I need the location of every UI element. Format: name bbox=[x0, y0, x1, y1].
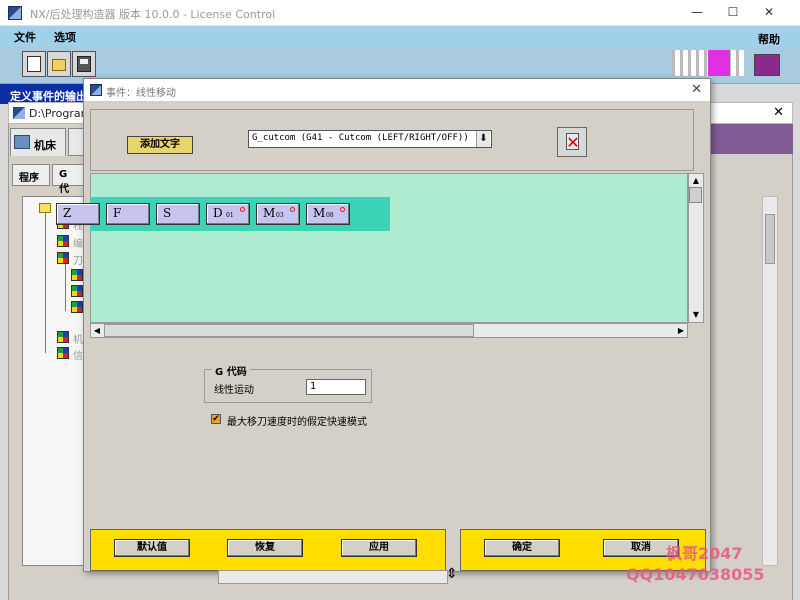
tree-item-label: 信 bbox=[73, 351, 83, 362]
tab-machine[interactable]: 机床 bbox=[10, 128, 66, 156]
event-output-label-bar: 定义事件的输出 bbox=[0, 84, 90, 104]
block-d-01[interactable]: D 01 bbox=[206, 203, 250, 225]
block-s[interactable]: S bbox=[156, 203, 200, 225]
tree-node-icon[interactable] bbox=[71, 285, 83, 297]
block-status-dot-icon bbox=[340, 207, 345, 212]
tree-item-label: 编 bbox=[73, 239, 83, 250]
linear-motion-label: 线性运动 bbox=[214, 385, 254, 396]
block-f[interactable]: F bbox=[106, 203, 150, 225]
block-subscript: 08 bbox=[326, 212, 334, 219]
block-canvas[interactable] bbox=[90, 173, 688, 323]
dialog-close-button[interactable]: ✕ bbox=[691, 82, 702, 97]
block-subscript: 01 bbox=[226, 212, 234, 219]
watermark-name: 枫哥2047 bbox=[666, 544, 743, 563]
gcode-group-title: G 代码 bbox=[212, 363, 250, 378]
tree-node-icon[interactable] bbox=[57, 235, 69, 247]
block-status-dot-icon bbox=[290, 207, 295, 212]
dialog-title: 事件：线性移动 bbox=[106, 88, 176, 99]
toolbar-decoration-accent bbox=[708, 50, 730, 76]
delete-x-icon: ✕ bbox=[566, 133, 580, 152]
tree-node-icon[interactable] bbox=[57, 252, 69, 264]
book-icon[interactable] bbox=[754, 54, 780, 76]
scroll-up-arrow-icon[interactable]: ▲ bbox=[689, 174, 703, 188]
dropdown-arrow-icon[interactable]: ⬇ bbox=[476, 131, 490, 147]
tree-line bbox=[65, 263, 66, 311]
dialog-icon bbox=[90, 84, 102, 96]
folder-icon bbox=[52, 59, 66, 71]
sub-window-close-button[interactable]: ✕ bbox=[773, 105, 784, 120]
new-file-button[interactable] bbox=[22, 51, 46, 77]
block-strip: Z F S D 01 M 03 M 08 bbox=[56, 197, 390, 231]
minimize-button[interactable]: — bbox=[680, 0, 714, 26]
block-letter: M bbox=[313, 206, 326, 220]
main-titlebar: NX/后处理构造器 版本 10.0.0 - License Control — … bbox=[0, 0, 800, 26]
new-file-icon bbox=[27, 56, 41, 72]
tab-machine-label: 机床 bbox=[34, 139, 56, 152]
menu-help[interactable]: 帮助 bbox=[758, 31, 780, 47]
tree-line bbox=[45, 213, 46, 353]
dialog-titlebar: 事件：线性移动 ✕ bbox=[84, 79, 710, 101]
block-m-08[interactable]: M 08 bbox=[306, 203, 350, 225]
restore-button[interactable]: 恢复 bbox=[227, 539, 303, 557]
tab-gcode[interactable]: G 代 bbox=[52, 164, 86, 195]
tree-node-icon[interactable] bbox=[71, 301, 83, 313]
watermark-qq: QQ1047038055 bbox=[626, 565, 765, 584]
add-text-button[interactable]: 添加文字 bbox=[127, 136, 193, 154]
block-letter: M bbox=[263, 206, 276, 220]
scroll-right-arrow-icon[interactable]: ▶ bbox=[675, 324, 687, 337]
tab-next[interactable] bbox=[68, 128, 84, 156]
tree-root-folder-icon bbox=[39, 203, 51, 213]
tree-item-label: 刀 bbox=[73, 256, 83, 267]
close-button[interactable]: ✕ bbox=[752, 0, 786, 26]
scroll-down-arrow-icon[interactable]: ▼ bbox=[689, 308, 703, 322]
tree-node-icon[interactable] bbox=[57, 331, 69, 343]
sub-window-header-strip bbox=[705, 124, 793, 154]
tree-node-icon[interactable] bbox=[71, 269, 83, 281]
open-file-button[interactable] bbox=[47, 51, 71, 77]
address-select[interactable]: G_cutcom (G41 - Cutcom (LEFT/RIGHT/OFF)) bbox=[248, 130, 492, 148]
block-status-dot-icon bbox=[240, 207, 245, 212]
sub-window-title: D:\Program bbox=[29, 107, 92, 120]
save-icon bbox=[77, 56, 91, 72]
linear-motion-input[interactable]: 1 bbox=[306, 379, 366, 395]
dialog-top-panel: 添加文字 G_cutcom (G41 - Cutcom (LEFT/RIGHT/… bbox=[90, 109, 694, 171]
tab-program[interactable]: 程序 bbox=[12, 164, 50, 186]
menubar: 文件 选项 bbox=[0, 26, 800, 46]
save-file-button[interactable] bbox=[72, 51, 96, 77]
block-letter: F bbox=[113, 206, 122, 220]
canvas-vertical-scroll-thumb[interactable] bbox=[689, 187, 702, 203]
sub-window-scroll-thumb[interactable] bbox=[765, 214, 775, 264]
address-select-value: G_cutcom (G41 - Cutcom (LEFT/RIGHT/OFF)) bbox=[252, 133, 469, 143]
scroll-left-arrow-icon[interactable]: ◀ bbox=[91, 324, 103, 337]
subtab-row: 程序 G 代 bbox=[12, 164, 87, 195]
block-letter: D bbox=[213, 206, 223, 220]
ok-button[interactable]: 确定 bbox=[484, 539, 560, 557]
main-window-title: NX/后处理构造器 版本 10.0.0 - License Control bbox=[30, 8, 276, 21]
block-z[interactable]: Z bbox=[56, 203, 100, 225]
tree-node-icon[interactable] bbox=[57, 347, 69, 359]
apply-button[interactable]: 应用 bbox=[341, 539, 417, 557]
app-icon bbox=[8, 6, 22, 20]
menu-file[interactable]: 文件 bbox=[14, 29, 36, 45]
block-letter: Z bbox=[63, 206, 72, 220]
block-subscript: 03 bbox=[276, 212, 284, 219]
canvas-horizontal-scroll-thumb[interactable] bbox=[104, 324, 474, 337]
menu-options[interactable]: 选项 bbox=[54, 29, 76, 45]
block-m-03[interactable]: M 03 bbox=[256, 203, 300, 225]
event-dialog: 事件：线性移动 ✕ 添加文字 G_cutcom (G41 - Cutcom (L… bbox=[56, 78, 711, 572]
machine-icon bbox=[14, 135, 30, 149]
resize-cursor-icon: ⇕ bbox=[446, 566, 458, 582]
rapid-mode-checkbox[interactable]: ✔ bbox=[211, 414, 221, 424]
maximize-button[interactable]: ☐ bbox=[716, 0, 750, 26]
sub-window-horizontal-scrollbar[interactable] bbox=[218, 570, 448, 584]
block-letter: S bbox=[163, 206, 172, 220]
rapid-mode-label: 最大移刀速度时的假定快速模式 bbox=[227, 417, 367, 428]
delete-button[interactable]: ✕ bbox=[557, 127, 587, 157]
tree-item-label: 机 bbox=[73, 335, 83, 346]
sub-window-icon bbox=[13, 107, 25, 119]
program-tree[interactable]: 程 编 刀 机 信 bbox=[22, 196, 87, 566]
default-button[interactable]: 默认值 bbox=[114, 539, 190, 557]
